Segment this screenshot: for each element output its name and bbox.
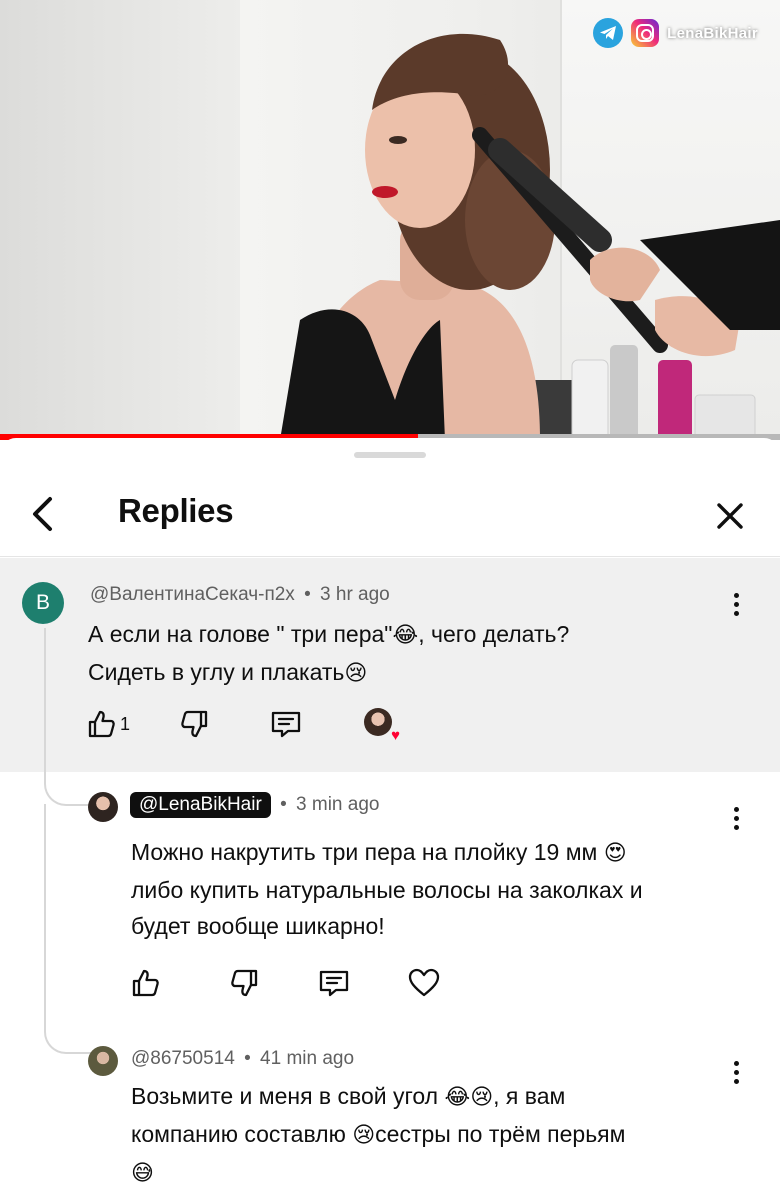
comment-author[interactable]: @ВалентинаСекач-п2х (90, 584, 295, 605)
close-icon (717, 503, 743, 529)
more-options-button[interactable] (726, 800, 746, 836)
heart-icon (408, 968, 440, 997)
comment-text: Возьмите и меня в свой угол 😂😢, я вам ко… (131, 1078, 625, 1192)
back-button[interactable] (20, 492, 64, 536)
comment-meta: @LenaBikHair • 3 min ago (130, 792, 379, 818)
comment-meta: @ВалентинаСекач-п2х • 3 hr ago (90, 584, 390, 606)
replies-panel: Replies B @ВалентинаСекач-п2х • 3 hr ago… (0, 438, 780, 1198)
crying-emoji: 😢 (352, 1123, 376, 1148)
dislike-button[interactable] (180, 709, 210, 739)
like-button[interactable] (130, 968, 160, 998)
comment-time: 41 min ago (260, 1048, 355, 1069)
comment-text-line: , чего делать? (418, 621, 570, 647)
sweat-smile-emoji: 😅 (131, 1161, 154, 1186)
comment-text-line: сестры по трём перьям (375, 1121, 626, 1147)
comment-text-line: будет вообще шикарно! (131, 913, 385, 939)
watermark: LenaBikHair (593, 18, 758, 48)
avatar[interactable] (88, 1046, 118, 1076)
reply-comment: @86750514 • 41 min ago Возьмите и меня в… (0, 1034, 780, 1198)
laughing-tears-emoji: 😂 (444, 1085, 471, 1110)
heart-icon: ♥ (391, 727, 401, 744)
reply-comment: @LenaBikHair • 3 min ago Можно накрутить… (0, 772, 780, 1002)
comment-icon (319, 970, 349, 997)
thumbs-up-icon (132, 969, 159, 997)
panel-title: Replies (118, 492, 234, 529)
comment-text-line: Сидеть в углу и плакать (88, 659, 345, 685)
thumbs-down-icon (231, 969, 258, 997)
comment-text-line: , я вам (493, 1083, 566, 1109)
comment-text-line: А если на голове " три пера" (88, 621, 393, 647)
meta-separator: • (244, 1048, 251, 1069)
meta-separator: • (304, 584, 311, 605)
thread-connector (44, 804, 102, 1054)
comment-text: А если на голове " три пера"😂, чего дела… (88, 616, 569, 692)
more-options-button[interactable] (726, 586, 746, 622)
comment-actions (130, 968, 440, 998)
instagram-icon (631, 19, 660, 47)
comment-icon (271, 711, 301, 738)
dislike-button[interactable] (230, 968, 260, 998)
heart-eyes-emoji: 😍 (603, 841, 627, 866)
avatar[interactable]: B (22, 582, 64, 624)
comment-time: 3 min ago (296, 794, 380, 815)
parent-comment: B @ВалентинаСекач-п2х • 3 hr ago А если … (0, 558, 780, 772)
heart-button[interactable] (408, 968, 440, 998)
comment-text: Можно накрутить три пера на плойку 19 мм… (131, 834, 643, 944)
telegram-icon (593, 18, 624, 48)
panel-header: Replies (0, 476, 780, 554)
creator-avatar: ♥ (364, 708, 400, 743)
video-frame (280, 33, 780, 440)
thumbs-down-icon (181, 710, 208, 738)
crying-emoji: 😢 (470, 1085, 494, 1110)
crying-emoji: 😢 (344, 661, 368, 686)
like-count: 1 (120, 713, 131, 734)
comment-author[interactable]: @86750514 (131, 1048, 235, 1069)
comment-meta: @86750514 • 41 min ago (131, 1048, 354, 1070)
drag-handle[interactable] (354, 452, 426, 458)
comment-text-line: компанию составлю (131, 1121, 346, 1147)
comment-text-line: либо купить натуральные волосы на заколк… (131, 877, 643, 903)
chevron-left-icon (33, 497, 52, 531)
meta-separator: • (280, 794, 287, 815)
watermark-handle: LenaBikHair (667, 24, 758, 42)
comment-actions: 1 ♥ (86, 708, 400, 743)
reply-button[interactable] (318, 968, 350, 998)
video-player[interactable]: LenaBikHair (0, 0, 780, 440)
close-button[interactable] (706, 492, 754, 540)
comment-text-line: Можно накрутить три пера на плойку 19 мм (131, 839, 598, 865)
laughing-tears-emoji: 😂 (392, 623, 419, 648)
comment-text-line: Возьмите и меня в свой угол (131, 1083, 439, 1109)
reply-button[interactable] (270, 709, 302, 739)
creator-badge[interactable]: @LenaBikHair (130, 792, 271, 818)
more-options-button[interactable] (726, 1054, 746, 1090)
header-divider (0, 556, 780, 557)
creator-heart: ♥ (364, 708, 400, 743)
comment-time: 3 hr ago (320, 584, 390, 605)
